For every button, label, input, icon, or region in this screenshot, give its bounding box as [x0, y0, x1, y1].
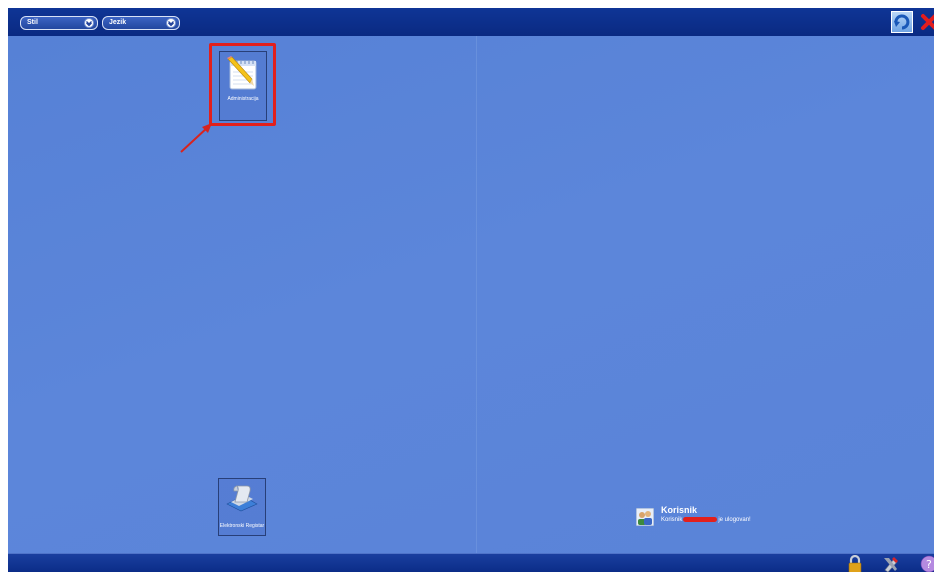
- user-login-message: Korisnik je ulogovan!: [661, 517, 751, 523]
- chevron-down-icon: [166, 18, 176, 28]
- bottom-taskbar: ?: [8, 553, 934, 572]
- user-message-suffix: je ulogovan!: [718, 517, 751, 524]
- app-window: Stil Jezik Administracija Elektronski Re…: [8, 8, 934, 572]
- lock-icon[interactable]: [846, 554, 864, 572]
- style-dropdown[interactable]: Stil: [20, 16, 98, 30]
- close-icon: [921, 14, 934, 30]
- highlight-box: [209, 43, 276, 126]
- top-toolbar: Stil Jezik: [8, 8, 934, 36]
- electronic-registry-label: Elektronski Registar: [219, 523, 265, 529]
- style-dropdown-label: Stil: [27, 19, 38, 26]
- users-icon: [635, 507, 655, 527]
- user-status-panel: Korisnik Korisnik je ulogovan!: [635, 505, 826, 527]
- desktop-area: Administracija Elektronski Registar Kori…: [8, 36, 934, 553]
- language-dropdown-label: Jezik: [109, 19, 127, 26]
- redacted-username: [683, 517, 718, 522]
- annotation-arrow-icon: [180, 123, 212, 153]
- user-panel-title: Korisnik: [661, 505, 698, 515]
- document-stack-icon: [223, 482, 261, 520]
- language-dropdown[interactable]: Jezik: [102, 16, 180, 30]
- chevron-down-icon: [84, 18, 94, 28]
- tools-icon[interactable]: [882, 555, 900, 572]
- refresh-icon: [894, 14, 910, 30]
- svg-text:?: ?: [926, 558, 932, 571]
- desktop-divider: [476, 36, 477, 553]
- close-button[interactable]: [918, 11, 934, 33]
- electronic-registry-shortcut[interactable]: Elektronski Registar: [218, 478, 266, 536]
- user-message-prefix: Korisnik: [661, 517, 683, 524]
- refresh-button[interactable]: [891, 11, 913, 33]
- help-icon[interactable]: ?: [920, 555, 934, 572]
